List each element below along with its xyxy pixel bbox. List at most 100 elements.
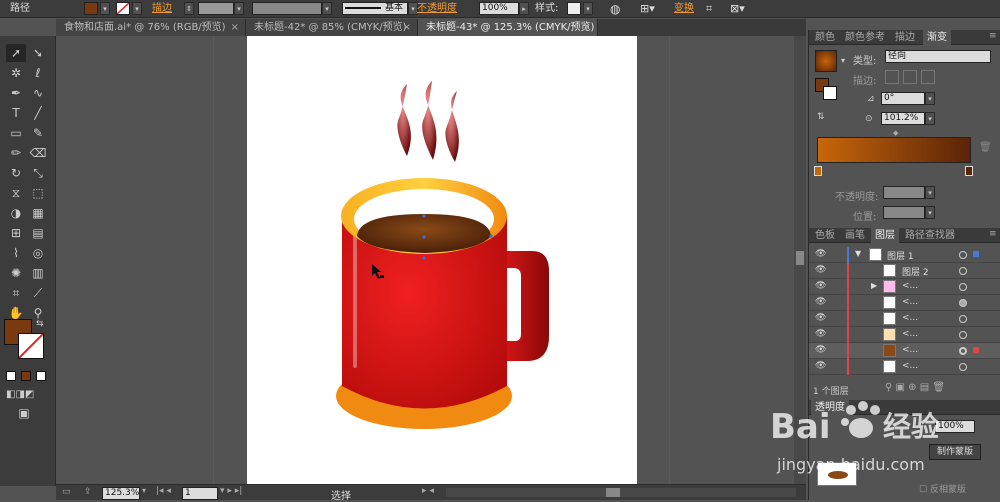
draw-mode-icon[interactable]: ◧◨◩ — [6, 386, 34, 404]
layer-row[interactable]: 👁 <... — [809, 311, 1000, 327]
page-input[interactable]: 1 — [182, 487, 218, 500]
horizontal-scrollbar-thumb[interactable] — [606, 488, 620, 497]
visibility-eye-icon[interactable]: 👁 — [815, 297, 827, 307]
gradient-preview-swatch[interactable] — [815, 50, 837, 72]
gradient-type-select[interactable]: 径向 — [885, 50, 991, 63]
free-transform-tool-icon[interactable]: ⬚ — [28, 184, 48, 202]
pencil-tool-icon[interactable]: ✏ — [6, 144, 26, 162]
stroke-color-box[interactable] — [18, 333, 44, 359]
tab-color[interactable]: 颜色 — [811, 30, 839, 45]
target-circle-icon[interactable] — [959, 283, 967, 291]
stroke-gradient-option-3[interactable] — [921, 70, 935, 84]
target-circle-icon[interactable] — [959, 347, 967, 355]
eyedropper-tool-icon[interactable]: ⌇ — [6, 244, 26, 262]
type-tool-icon[interactable]: T — [6, 104, 26, 122]
tab-document-3[interactable]: 未标题-43* @ 125.3% (CMYK/预览) × — [418, 19, 598, 36]
expand-toggle-icon[interactable]: ▶ — [871, 281, 877, 290]
next-page-icon[interactable]: ▾ ▸ ▸| — [220, 486, 242, 496]
position-input[interactable] — [883, 206, 925, 219]
width-tool-icon[interactable]: ⧖ — [6, 184, 26, 202]
blend-tool-icon[interactable]: ◎ — [28, 244, 48, 262]
reverse-gradient-icon[interactable]: ⇅ — [817, 112, 825, 122]
layer-row[interactable]: 👁 图层 2 — [809, 263, 1000, 279]
layer-name[interactable]: <... — [902, 361, 918, 371]
lasso-tool-icon[interactable]: ℓ — [28, 64, 48, 82]
panel-menu-icon[interactable]: ≡ — [989, 31, 997, 41]
coffee-mug-illustration[interactable] — [247, 36, 637, 486]
visibility-eye-icon[interactable]: 👁 — [815, 361, 827, 371]
stroke-weight-stepper[interactable]: ⇕ — [184, 2, 194, 15]
stroke-indicator[interactable] — [823, 86, 837, 100]
visibility-eye-icon[interactable]: 👁 — [815, 313, 827, 323]
stroke-dropdown[interactable]: ▾ — [132, 2, 142, 15]
first-page-icon[interactable]: |◂ ◂ — [156, 486, 171, 496]
artboard-tool-icon[interactable]: ⌗ — [6, 284, 26, 302]
visibility-eye-icon[interactable]: 👁 — [815, 265, 827, 275]
opacity-label[interactable]: 不透明度 — [417, 2, 457, 16]
target-circle-icon[interactable] — [959, 299, 967, 307]
anchor-point[interactable] — [422, 214, 426, 218]
close-icon[interactable]: × — [403, 19, 411, 36]
target-circle-icon[interactable] — [959, 251, 967, 259]
share-icon[interactable]: ⇪ — [84, 487, 92, 497]
screen-mode-icon[interactable]: ▣ — [14, 404, 34, 422]
align-icon[interactable]: ⊞▾ — [640, 2, 655, 16]
transform-label[interactable]: 变换 — [674, 2, 694, 16]
none-mode-icon[interactable] — [36, 371, 46, 381]
isolate-icon[interactable]: ⌗ — [706, 2, 712, 16]
doc-info-icon[interactable]: ▭ — [62, 487, 71, 497]
magic-wand-tool-icon[interactable]: ✲ — [6, 64, 26, 82]
eraser-tool-icon[interactable]: ⌫ — [28, 144, 48, 162]
tab-swatches[interactable]: 色板 — [811, 228, 839, 243]
column-graph-tool-icon[interactable]: ▥ — [28, 264, 48, 282]
selection-tool-icon[interactable]: ➚ — [6, 44, 26, 62]
variable-width-dropdown[interactable]: ▾ — [322, 2, 332, 15]
layer-name[interactable]: <... — [902, 281, 918, 291]
close-icon[interactable]: × — [231, 19, 239, 36]
target-circle-icon[interactable] — [959, 267, 967, 275]
delete-stop-icon[interactable]: 🗑 — [979, 142, 992, 153]
color-mode-icon[interactable] — [6, 371, 16, 381]
arrange-icon[interactable]: ⊠▾ — [730, 2, 745, 16]
opacity-input[interactable]: 100% — [479, 2, 519, 15]
layer-name[interactable]: <... — [902, 297, 918, 307]
panel-menu-icon[interactable]: ≡ — [989, 229, 997, 239]
target-circle-icon[interactable] — [959, 363, 967, 371]
layer-name[interactable]: <... — [902, 345, 918, 355]
curvature-tool-icon[interactable]: ∿ — [28, 84, 48, 102]
angle-dropdown[interactable]: ▾ — [925, 92, 935, 105]
fill-dropdown[interactable]: ▾ — [100, 2, 110, 15]
anchor-point[interactable] — [422, 235, 426, 239]
rectangle-tool-icon[interactable]: ▭ — [6, 124, 26, 142]
tab-brushes[interactable]: 画笔 — [841, 228, 869, 243]
paintbrush-tool-icon[interactable]: ✎ — [28, 124, 48, 142]
midpoint-diamond-icon[interactable]: ◆ — [893, 129, 898, 137]
tab-color-guide[interactable]: 颜色参考 — [841, 30, 889, 45]
stroke-label[interactable]: 描边 — [152, 2, 172, 16]
direct-selection-tool-icon[interactable]: ➘ — [28, 44, 48, 62]
selection-indicator[interactable] — [973, 347, 979, 353]
layer-row[interactable]: 👁 <... — [809, 327, 1000, 343]
close-icon[interactable]: × — [583, 19, 591, 36]
rotate-tool-icon[interactable]: ↻ — [6, 164, 26, 182]
symbol-sprayer-tool-icon[interactable]: ✺ — [6, 264, 26, 282]
tab-stroke[interactable]: 描边 — [891, 30, 919, 45]
scale-tool-icon[interactable]: ⤡ — [28, 164, 48, 182]
stroke-weight-dropdown[interactable]: ▾ — [234, 2, 244, 15]
tab-document-2[interactable]: 未标题-42* @ 85% (CMYK/预览) × — [246, 19, 418, 36]
angle-input[interactable]: 0° — [881, 92, 925, 105]
visibility-eye-icon[interactable]: 👁 — [815, 345, 827, 355]
layer-row[interactable]: 👁 <... — [809, 359, 1000, 375]
expand-toggle-icon[interactable]: ▼ — [855, 249, 861, 258]
fill-swatch[interactable] — [84, 2, 98, 15]
gradient-stop-right[interactable] — [965, 166, 973, 176]
visibility-eye-icon[interactable]: 👁 — [815, 249, 827, 259]
tab-document-1[interactable]: 食物和店面.ai* @ 76% (RGB/预览) × — [56, 19, 246, 36]
gradient-preview-dropdown[interactable]: ▾ — [841, 56, 845, 65]
target-circle-icon[interactable] — [959, 315, 967, 323]
perspective-grid-tool-icon[interactable]: ▦ — [28, 204, 48, 222]
gradient-mode-icon[interactable] — [21, 371, 31, 381]
stroke-weight-input[interactable] — [198, 2, 234, 15]
tab-pathfinder[interactable]: 路径查找器 — [901, 228, 959, 243]
layer-row[interactable]: 👁 <... — [809, 343, 1000, 359]
